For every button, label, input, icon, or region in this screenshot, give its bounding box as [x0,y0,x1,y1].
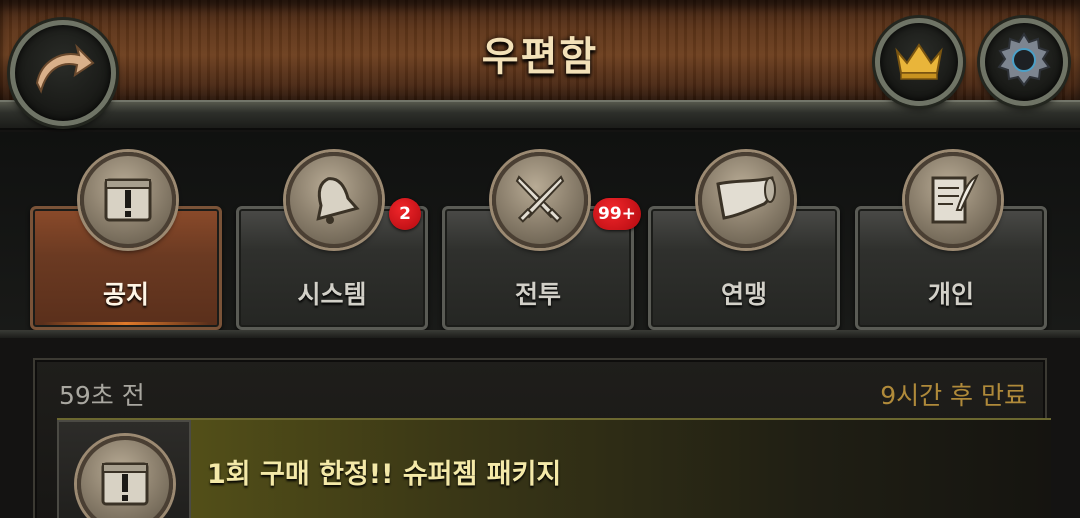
back-button[interactable] [10,20,116,126]
section-divider [0,330,1080,338]
system-unread-badge: 2 [389,198,421,230]
gear-icon [994,30,1054,94]
mail-item[interactable]: 59초 전 9시간 후 만료 1회 구매 한정!! 슈퍼젬 패키지 [33,358,1051,518]
mail-time-ago: 59초 전 [59,381,145,410]
mail-icon-frame [57,420,191,518]
crown-icon [893,39,945,85]
crossed-swords-icon [492,152,588,248]
notice-chest-icon [80,152,176,248]
mail-subject: 1회 구매 한정!! 슈퍼젬 패키지 [207,459,562,490]
notice-chest-icon [77,436,173,518]
bell-icon [286,152,382,248]
settings-button[interactable] [980,18,1068,106]
tab-battle-label: 전투 [514,280,561,309]
back-arrow-icon [31,43,95,103]
horn-icon [698,152,794,248]
tab-alliance-label: 연맹 [720,280,767,309]
mail-row[interactable]: 1회 구매 한정!! 슈퍼젬 패키지 [57,418,1051,518]
mail-expiry: 9시간 후 만료 [880,381,1027,410]
tab-notice-label: 공지 [102,280,149,309]
crown-button[interactable] [875,18,963,106]
active-tab-indicator [43,322,209,325]
tab-system-label: 시스템 [297,280,367,309]
tab-personal-label: 개인 [927,280,974,309]
quill-letter-icon [905,152,1001,248]
battle-unread-badge: 99+ [593,198,641,230]
